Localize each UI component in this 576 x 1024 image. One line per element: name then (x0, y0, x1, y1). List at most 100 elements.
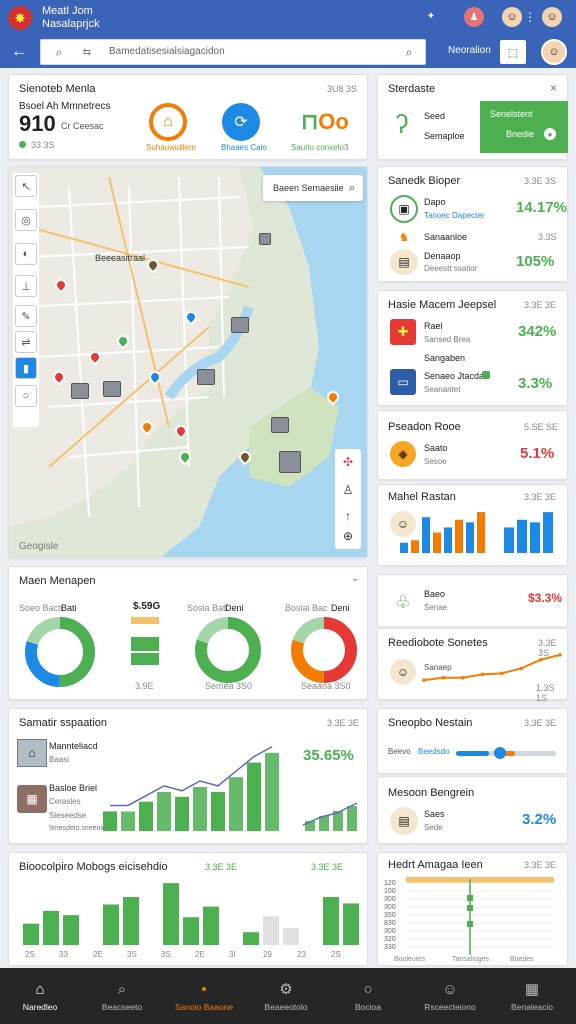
tree-icon[interactable]: ⌂ (149, 103, 187, 141)
bottom-bar-tick: 2E (93, 950, 103, 959)
stats2-row3-value: 3.3% (518, 375, 553, 392)
donut2-value: $.59G (133, 601, 161, 612)
detail-info-icon[interactable]: ● (544, 128, 556, 140)
app-title-line1: Meatl Jom (42, 5, 93, 17)
nav-item-2[interactable]: • Sanoio Baaone (168, 968, 240, 1024)
map-search-box[interactable]: Baeen Semaesiie ⌕ (263, 175, 363, 201)
mid-bar (265, 752, 279, 831)
walk-icon[interactable]: ♙ (339, 481, 357, 499)
bottom-bar (263, 916, 279, 945)
slider-knob[interactable] (493, 747, 506, 759)
header-right-label[interactable]: Neoralion (448, 45, 491, 56)
spark-bar (319, 816, 329, 831)
metric-label: Saes (424, 809, 445, 819)
mid-bar (121, 811, 135, 831)
summary-title: Sienoteb Menla (19, 83, 96, 95)
map-layers-icon[interactable]: ◐ (15, 243, 37, 265)
bottom-bar-card: Bioocolpiro Mobogs eicisehdio 3.3E 3E 3.… (8, 852, 368, 966)
close-icon[interactable]: × (550, 81, 557, 95)
donut-card: Maen Menapen ⌄ Soeo Bacti Bati $.59G 3.9… (8, 566, 368, 700)
nav-item-1[interactable]: ⌕ Beacseeto (86, 968, 158, 1024)
table-marker (467, 921, 473, 927)
building-icon-3 (103, 381, 121, 397)
bottom-bar (243, 932, 259, 945)
map-location-icon[interactable]: ◎ (15, 209, 37, 231)
gift-icon: ✚ (390, 319, 416, 345)
nav-item-5[interactable]: ☺ Rsceecteiono (414, 968, 486, 1024)
bar-summary-row1: Mannteliacd (49, 741, 98, 751)
more-icon[interactable]: ⋮ (524, 7, 536, 27)
search-submit-icon[interactable]: ⌕ (401, 44, 417, 60)
icon3-label: Saurlo conxelo3 (291, 143, 349, 152)
sparkle-icon[interactable]: ✦ (424, 9, 438, 23)
green-row-label: Baeo (424, 589, 446, 599)
stats2-row2-label: Sangaben (424, 353, 466, 363)
chart-logo-icon[interactable]: ⊓ Oo (293, 103, 357, 141)
donut4-label: Bosiai Bac (285, 603, 328, 613)
bottom-bar (183, 917, 199, 945)
bar-summary-row1-sub: Baasi (49, 755, 70, 764)
map-route-icon[interactable]: ⇌ (15, 331, 37, 353)
map-edit-icon[interactable]: ✎ (15, 305, 37, 327)
map-panel[interactable]: Baeen Semaesiie ⌕ ↖ ◎ ◐ ⊥ ✎ ⇌ ▮ ○ Beeeas… (8, 166, 368, 558)
stats1-row1-value: 14.17% (516, 199, 567, 216)
table-chart-title: Hedrt Amagaa Ieen (388, 859, 483, 871)
map-ruler-icon[interactable]: ⊥ (15, 275, 37, 297)
back-arrow-icon[interactable]: ← (8, 42, 30, 62)
nav-item-3[interactable]: ⚙ Beaeeotolo (250, 968, 322, 1024)
building-icon (231, 317, 249, 333)
search-icon: ⌕ (117, 980, 127, 998)
map-marker-icon[interactable]: ▮ (15, 357, 37, 379)
trend-point (558, 653, 562, 657)
green-row-value: $3.3% (528, 591, 563, 605)
nav-item-0[interactable]: ⌂ Naredleo (4, 968, 76, 1024)
trend-point (538, 657, 543, 662)
map-pointer-icon[interactable]: ↖ (15, 175, 37, 197)
compass-icon[interactable]: ✣ (339, 453, 357, 471)
stats2-title: Hasie Macem Jeepsel (388, 299, 497, 311)
mid-bar (139, 801, 153, 831)
slider-meta: 3.3E 3E (524, 718, 557, 728)
slider-track[interactable] (456, 751, 556, 756)
avatar[interactable]: ☺ (502, 7, 522, 27)
circle-icon: ○ (363, 980, 373, 998)
stats1-meta: 3.3E 3S (524, 176, 557, 186)
bottom-bar (203, 906, 219, 945)
mid-bar (157, 791, 171, 831)
chef-icon: ☺ (390, 659, 416, 685)
hook-icon: ʔ (395, 108, 409, 139)
trend-footer: 1.3S 1S (536, 683, 555, 703)
mini-bar (477, 512, 485, 553)
stats3-meta: 5.SE SE (524, 422, 559, 432)
map-circle-icon[interactable]: ○ (15, 385, 37, 407)
share-icon[interactable]: ⬚ (500, 40, 526, 64)
avatar-secondary[interactable]: ☺ (542, 7, 562, 27)
summary-card: Sienoteb Menla 3U8 3S Bsoel Ah Mmnetrecs… (8, 74, 368, 160)
table-chart-meta: 3.3E 3E (524, 860, 557, 870)
bottom-bar-tick: 33 (59, 950, 68, 959)
icon1-label: Suhauwidilem (146, 143, 196, 152)
refresh-icon[interactable]: ⟳ (222, 103, 260, 141)
north-icon[interactable]: ↑ (339, 507, 357, 525)
building-icon-5 (271, 417, 289, 433)
detail-green-panel[interactable]: Senelstent Bnedie ● (480, 101, 568, 153)
donut3-label: Sosia Batt (187, 603, 229, 613)
building-icon-4 (71, 383, 89, 399)
donut2-legend-divider (131, 651, 159, 653)
slider-label-b: Beedsdo (418, 747, 450, 756)
profile-avatar[interactable]: ☺ (541, 39, 567, 65)
trend-point (480, 672, 485, 677)
people-icon: ☺ (442, 980, 458, 998)
filter-icon[interactable]: ⇆ (79, 44, 95, 60)
bottom-bar (63, 915, 79, 945)
nav-item-6[interactable]: ▦ Benaleacio (496, 968, 568, 1024)
notification-icon[interactable]: ♟ (464, 7, 484, 27)
chevron-down-icon[interactable]: ⌄ (351, 573, 359, 584)
table-row-label: 320 (384, 936, 396, 943)
nav-item-4[interactable]: ○ Bocioa (332, 968, 404, 1024)
detail-label-a: Seed (424, 111, 446, 121)
search-input[interactable]: ⌕ ⇆ Bamedatisesialsiagacidon ⌕ (40, 39, 426, 65)
mini-bar-blue (517, 519, 527, 553)
zoom-icon[interactable]: ⊕ (339, 527, 357, 545)
donut3-label2: Deni (225, 603, 244, 613)
